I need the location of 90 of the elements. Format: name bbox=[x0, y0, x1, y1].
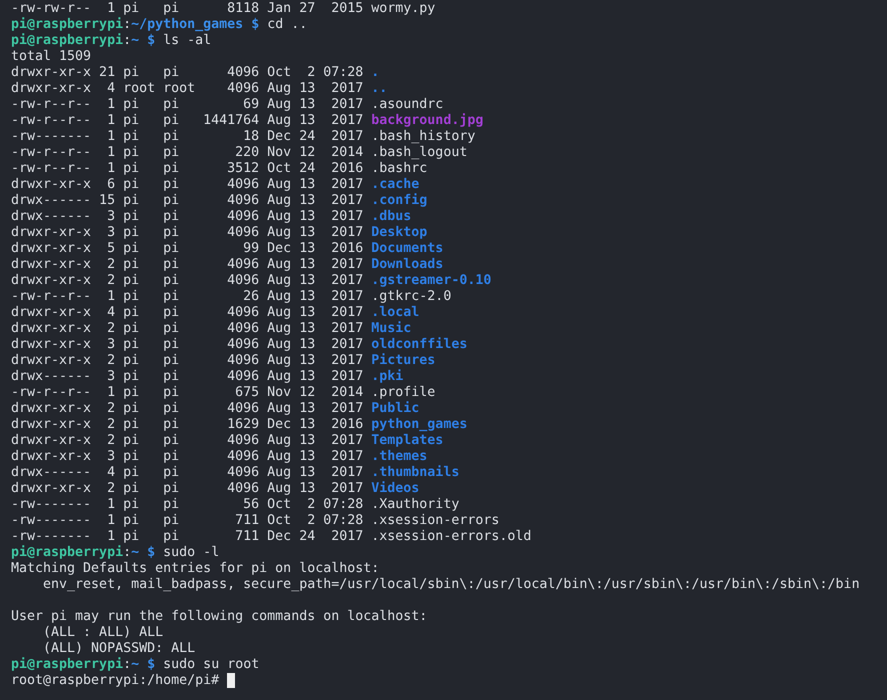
prompt-separator: : bbox=[123, 33, 132, 49]
file-details: drwxr-xr-x 2 pi pi 4096 Aug 13 2017 bbox=[11, 257, 364, 273]
root-prompt: root@raspberrypi:/home/pi# bbox=[11, 673, 220, 689]
directory-name: .dbus bbox=[371, 209, 412, 225]
file-name: .xsession-errors.old bbox=[371, 529, 532, 545]
file-details: drwxr-xr-x 4 pi pi 4096 Aug 13 2017 bbox=[11, 305, 364, 321]
prompt-user: pi@raspberrypi bbox=[11, 545, 124, 561]
directory-name: Templates bbox=[371, 433, 444, 449]
prompt-path: ~ bbox=[131, 545, 140, 561]
prompt-symbol: $ bbox=[147, 545, 156, 561]
file-details: drwxr-xr-x 2 pi pi 4096 Aug 13 2017 bbox=[11, 353, 364, 369]
prompt-separator: : bbox=[123, 545, 132, 561]
command-text: ls -al bbox=[163, 33, 212, 49]
directory-name: Public bbox=[371, 401, 420, 417]
file-name: .Xauthority bbox=[371, 497, 460, 513]
output-text: (ALL : ALL) ALL bbox=[42, 625, 164, 641]
directory-name: .. bbox=[371, 81, 388, 97]
file-details: drwxr-xr-x 2 pi pi 1629 Dec 13 2016 bbox=[11, 417, 364, 433]
file-details: -rw-r--r-- 1 pi pi 220 Nov 12 2014 bbox=[11, 145, 364, 161]
directory-name: .themes bbox=[371, 449, 428, 465]
file-details: -rw------- 1 pi pi 711 Oct 2 07:28 bbox=[11, 513, 364, 529]
directory-name: Music bbox=[371, 321, 412, 337]
prompt-symbol: $ bbox=[147, 657, 156, 673]
file-name: .gtkrc-2.0 bbox=[371, 289, 452, 305]
output-text: total 1509 bbox=[11, 49, 92, 65]
command-text: sudo su root bbox=[163, 657, 260, 673]
directory-name: .cache bbox=[371, 177, 420, 193]
output-text: (ALL) NOPASSWD: ALL bbox=[42, 641, 196, 657]
prompt-path: ~ bbox=[131, 657, 140, 673]
file-details: drwx------ 3 pi pi 4096 Aug 13 2017 bbox=[11, 369, 364, 385]
file-details: -rw------- 1 pi pi 711 Dec 24 2017 bbox=[11, 529, 364, 545]
prompt-separator: : bbox=[123, 657, 132, 673]
prompt-separator: : bbox=[123, 17, 132, 33]
file-details: drwxr-xr-x 3 pi pi 4096 Aug 13 2017 bbox=[11, 225, 364, 241]
directory-name: . bbox=[371, 65, 380, 81]
file-details: drwxr-xr-x 4 root root 4096 Aug 13 2017 bbox=[11, 81, 364, 97]
file-details: -rw-r--r-- 1 pi pi 3512 Oct 24 2016 bbox=[11, 161, 364, 177]
file-details: drwx------ 15 pi pi 4096 Aug 13 2017 bbox=[11, 193, 364, 209]
prompt-symbol: $ bbox=[251, 17, 260, 33]
terminal-cursor bbox=[227, 673, 236, 688]
output-text: Matching Defaults entries for pi on localhost: bbox=[11, 561, 380, 577]
file-details: -rw-r--r-- 1 pi pi 69 Aug 13 2017 bbox=[11, 97, 364, 113]
file-details: drwxr-xr-x 2 pi pi 4096 Aug 13 2017 bbox=[11, 401, 364, 417]
file-details: drwxr-xr-x 3 pi pi 4096 Aug 13 2017 bbox=[11, 337, 364, 353]
prompt-path: ~/python_games bbox=[131, 17, 244, 33]
directory-name: .config bbox=[371, 193, 428, 209]
file-details: -rw-rw-r-- 1 pi pi 8118 Jan 27 2015 bbox=[11, 1, 364, 17]
directory-name: .pki bbox=[371, 369, 404, 385]
file-name: .profile bbox=[371, 385, 436, 401]
output-text: User pi may run the following commands on localhost: bbox=[11, 609, 428, 625]
file-details: drwxr-xr-x 2 pi pi 4096 Aug 13 2017 bbox=[11, 321, 364, 337]
file-name: .asoundrc bbox=[371, 97, 444, 113]
file-name: wormy.py bbox=[371, 1, 436, 17]
file-name: .bash_history bbox=[371, 129, 476, 145]
command-text: sudo -l bbox=[163, 545, 220, 561]
prompt-path: ~ bbox=[131, 33, 140, 49]
file-details: drwxr-xr-x 3 pi pi 4096 Aug 13 2017 bbox=[11, 449, 364, 465]
file-details: drwxr-xr-x 2 pi pi 4096 Aug 13 2017 bbox=[11, 433, 364, 449]
directory-name: Pictures bbox=[371, 353, 436, 369]
directory-name: Videos bbox=[371, 481, 420, 497]
file-details: drwx------ 3 pi pi 4096 Aug 13 2017 bbox=[11, 209, 364, 225]
file-details: -rw-r--r-- 1 pi pi 1441764 Aug 13 2017 bbox=[11, 113, 364, 129]
command-text: cd .. bbox=[267, 17, 308, 33]
file-details: -rw-r--r-- 1 pi pi 675 Nov 12 2014 bbox=[11, 385, 364, 401]
directory-name: .gstreamer-0.10 bbox=[371, 273, 492, 289]
file-details: -rw-r--r-- 1 pi pi 26 Aug 13 2017 bbox=[11, 289, 364, 305]
output-text: env_reset, mail_badpass, secure_path=/usr/local/sbin\:/usr/local/bin\:/usr/sbin\:/usr/bin\:/sbin\:/bin bbox=[42, 577, 860, 593]
prompt-user: pi@raspberrypi bbox=[11, 657, 124, 673]
prompt-symbol: $ bbox=[147, 33, 156, 49]
directory-name: python_games bbox=[371, 417, 468, 433]
file-details: -rw------- 1 pi pi 56 Oct 2 07:28 bbox=[11, 497, 364, 513]
file-name: .bash_logout bbox=[371, 145, 468, 161]
file-details: drwxr-xr-x 21 pi pi 4096 Oct 2 07:28 bbox=[11, 65, 364, 81]
file-name: background.jpg bbox=[371, 113, 484, 129]
prompt-user: pi@raspberrypi bbox=[11, 17, 124, 33]
directory-name: oldconffiles bbox=[371, 337, 468, 353]
directory-name: Downloads bbox=[371, 257, 444, 273]
file-details: drwxr-xr-x 6 pi pi 4096 Aug 13 2017 bbox=[11, 177, 364, 193]
directory-name: .local bbox=[371, 305, 420, 321]
file-details: drwx------ 4 pi pi 4096 Aug 13 2017 bbox=[11, 465, 364, 481]
file-name: .xsession-errors bbox=[371, 513, 500, 529]
file-details: drwxr-xr-x 2 pi pi 4096 Aug 13 2017 bbox=[11, 481, 364, 497]
file-details: drwxr-xr-x 2 pi pi 4096 Aug 13 2017 bbox=[11, 273, 364, 289]
file-details: -rw------- 1 pi pi 18 Dec 24 2017 bbox=[11, 129, 364, 145]
file-details: drwxr-xr-x 5 pi pi 99 Dec 13 2016 bbox=[11, 241, 364, 257]
prompt-user: pi@raspberrypi bbox=[11, 33, 124, 49]
directory-name: Documents bbox=[371, 241, 444, 257]
directory-name: .thumbnails bbox=[371, 465, 460, 481]
file-name: .bashrc bbox=[371, 161, 428, 177]
directory-name: Desktop bbox=[371, 225, 428, 241]
